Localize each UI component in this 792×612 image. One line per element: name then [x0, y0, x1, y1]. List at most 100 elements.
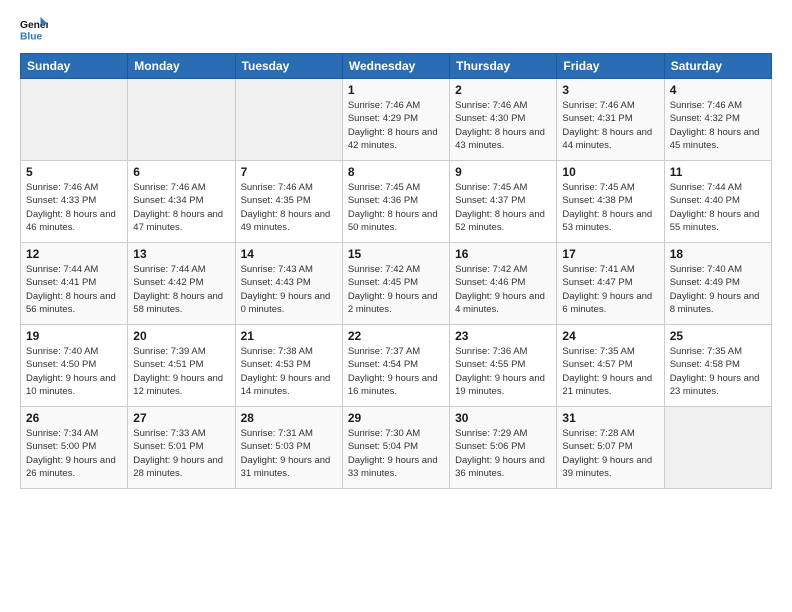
- day-info: Sunrise: 7:44 AM Sunset: 4:40 PM Dayligh…: [670, 181, 766, 234]
- calendar-cell: 25 Sunrise: 7:35 AM Sunset: 4:58 PM Dayli…: [664, 325, 771, 407]
- day-info: Sunrise: 7:41 AM Sunset: 4:47 PM Dayligh…: [562, 263, 658, 316]
- day-info: Sunrise: 7:42 AM Sunset: 4:45 PM Dayligh…: [348, 263, 444, 316]
- day-number: 3: [562, 83, 658, 97]
- day-info: Sunrise: 7:45 AM Sunset: 4:38 PM Dayligh…: [562, 181, 658, 234]
- calendar-cell: [235, 79, 342, 161]
- weekday-header-tuesday: Tuesday: [235, 54, 342, 79]
- calendar-cell: 27Sunrise: 7:33 AM Sunset: 5:01 PM Dayli…: [128, 407, 235, 489]
- day-number: 25: [670, 329, 766, 343]
- calendar-cell: 13 Sunrise: 7:44 AM Sunset: 4:42 PM Dayli…: [128, 243, 235, 325]
- day-number: 14: [241, 247, 337, 261]
- day-info: Sunrise: 7:46 AM Sunset: 4:32 PM Dayligh…: [670, 99, 766, 152]
- svg-text:Blue: Blue: [20, 31, 43, 42]
- calendar-cell: 24 Sunrise: 7:35 AM Sunset: 4:57 PM Dayli…: [557, 325, 664, 407]
- day-number: 4: [670, 83, 766, 97]
- day-info: Sunrise: 7:28 AM Sunset: 5:07 PM Dayligh…: [562, 427, 658, 480]
- day-info: Sunrise: 7:29 AM Sunset: 5:06 PM Dayligh…: [455, 427, 551, 480]
- day-info: Sunrise: 7:44 AM Sunset: 4:41 PM Dayligh…: [26, 263, 122, 316]
- calendar-cell: 1 Sunrise: 7:46 AM Sunset: 4:29 PM Daylig…: [342, 79, 449, 161]
- day-number: 19: [26, 329, 122, 343]
- calendar-cell: 23Sunrise: 7:36 AM Sunset: 4:55 PM Dayli…: [450, 325, 557, 407]
- day-info: Sunrise: 7:30 AM Sunset: 5:04 PM Dayligh…: [348, 427, 444, 480]
- calendar-cell: 30Sunrise: 7:29 AM Sunset: 5:06 PM Dayli…: [450, 407, 557, 489]
- day-number: 28: [241, 411, 337, 425]
- calendar-cell: 19 Sunrise: 7:40 AM Sunset: 4:50 PM Dayli…: [21, 325, 128, 407]
- page-header: General Blue: [20, 15, 772, 43]
- day-number: 29: [348, 411, 444, 425]
- calendar-cell: 6Sunrise: 7:46 AM Sunset: 4:34 PM Daylig…: [128, 161, 235, 243]
- day-info: Sunrise: 7:40 AM Sunset: 4:49 PM Dayligh…: [670, 263, 766, 316]
- weekday-header-friday: Friday: [557, 54, 664, 79]
- calendar-cell: 9 Sunrise: 7:45 AM Sunset: 4:37 PM Daylig…: [450, 161, 557, 243]
- day-info: Sunrise: 7:46 AM Sunset: 4:34 PM Dayligh…: [133, 181, 229, 234]
- day-info: Sunrise: 7:46 AM Sunset: 4:29 PM Dayligh…: [348, 99, 444, 152]
- day-number: 27: [133, 411, 229, 425]
- week-row-5: 26 Sunrise: 7:34 AM Sunset: 5:00 PM Dayli…: [21, 407, 772, 489]
- day-number: 20: [133, 329, 229, 343]
- weekday-header-monday: Monday: [128, 54, 235, 79]
- calendar-cell: [128, 79, 235, 161]
- calendar-cell: 16Sunrise: 7:42 AM Sunset: 4:46 PM Dayli…: [450, 243, 557, 325]
- day-info: Sunrise: 7:36 AM Sunset: 4:55 PM Dayligh…: [455, 345, 551, 398]
- week-row-4: 19 Sunrise: 7:40 AM Sunset: 4:50 PM Dayli…: [21, 325, 772, 407]
- day-number: 12: [26, 247, 122, 261]
- calendar-cell: 8 Sunrise: 7:45 AM Sunset: 4:36 PM Daylig…: [342, 161, 449, 243]
- day-info: Sunrise: 7:44 AM Sunset: 4:42 PM Dayligh…: [133, 263, 229, 316]
- calendar-cell: 18 Sunrise: 7:40 AM Sunset: 4:49 PM Dayli…: [664, 243, 771, 325]
- day-number: 10: [562, 165, 658, 179]
- calendar-cell: [664, 407, 771, 489]
- calendar-cell: 15 Sunrise: 7:42 AM Sunset: 4:45 PM Dayli…: [342, 243, 449, 325]
- logo-icon: General Blue: [20, 15, 48, 43]
- day-number: 16: [455, 247, 551, 261]
- day-number: 11: [670, 165, 766, 179]
- logo: General Blue: [20, 15, 48, 43]
- calendar-cell: 21 Sunrise: 7:38 AM Sunset: 4:53 PM Dayli…: [235, 325, 342, 407]
- calendar-cell: 4 Sunrise: 7:46 AM Sunset: 4:32 PM Daylig…: [664, 79, 771, 161]
- calendar-cell: 31 Sunrise: 7:28 AM Sunset: 5:07 PM Dayli…: [557, 407, 664, 489]
- calendar-cell: 11 Sunrise: 7:44 AM Sunset: 4:40 PM Dayli…: [664, 161, 771, 243]
- day-number: 18: [670, 247, 766, 261]
- week-row-2: 5Sunrise: 7:46 AM Sunset: 4:33 PM Daylig…: [21, 161, 772, 243]
- day-number: 15: [348, 247, 444, 261]
- calendar-cell: 20 Sunrise: 7:39 AM Sunset: 4:51 PM Dayli…: [128, 325, 235, 407]
- day-info: Sunrise: 7:45 AM Sunset: 4:37 PM Dayligh…: [455, 181, 551, 234]
- week-row-3: 12 Sunrise: 7:44 AM Sunset: 4:41 PM Dayli…: [21, 243, 772, 325]
- day-info: Sunrise: 7:46 AM Sunset: 4:30 PM Dayligh…: [455, 99, 551, 152]
- day-info: Sunrise: 7:46 AM Sunset: 4:31 PM Dayligh…: [562, 99, 658, 152]
- day-number: 22: [348, 329, 444, 343]
- day-info: Sunrise: 7:35 AM Sunset: 4:57 PM Dayligh…: [562, 345, 658, 398]
- calendar-cell: 29 Sunrise: 7:30 AM Sunset: 5:04 PM Dayli…: [342, 407, 449, 489]
- day-info: Sunrise: 7:37 AM Sunset: 4:54 PM Dayligh…: [348, 345, 444, 398]
- weekday-header-sunday: Sunday: [21, 54, 128, 79]
- calendar-cell: 14 Sunrise: 7:43 AM Sunset: 4:43 PM Dayli…: [235, 243, 342, 325]
- day-number: 13: [133, 247, 229, 261]
- day-number: 1: [348, 83, 444, 97]
- calendar-cell: 3 Sunrise: 7:46 AM Sunset: 4:31 PM Daylig…: [557, 79, 664, 161]
- day-number: 24: [562, 329, 658, 343]
- day-info: Sunrise: 7:34 AM Sunset: 5:00 PM Dayligh…: [26, 427, 122, 480]
- day-number: 7: [241, 165, 337, 179]
- calendar-cell: 12 Sunrise: 7:44 AM Sunset: 4:41 PM Dayli…: [21, 243, 128, 325]
- day-info: Sunrise: 7:46 AM Sunset: 4:33 PM Dayligh…: [26, 181, 122, 234]
- day-number: 17: [562, 247, 658, 261]
- calendar-cell: 17 Sunrise: 7:41 AM Sunset: 4:47 PM Dayli…: [557, 243, 664, 325]
- calendar-cell: 2 Sunrise: 7:46 AM Sunset: 4:30 PM Daylig…: [450, 79, 557, 161]
- calendar-cell: 5Sunrise: 7:46 AM Sunset: 4:33 PM Daylig…: [21, 161, 128, 243]
- day-info: Sunrise: 7:40 AM Sunset: 4:50 PM Dayligh…: [26, 345, 122, 398]
- day-info: Sunrise: 7:45 AM Sunset: 4:36 PM Dayligh…: [348, 181, 444, 234]
- day-info: Sunrise: 7:43 AM Sunset: 4:43 PM Dayligh…: [241, 263, 337, 316]
- day-number: 2: [455, 83, 551, 97]
- day-number: 31: [562, 411, 658, 425]
- day-number: 26: [26, 411, 122, 425]
- day-number: 8: [348, 165, 444, 179]
- weekday-header-thursday: Thursday: [450, 54, 557, 79]
- week-row-1: 1 Sunrise: 7:46 AM Sunset: 4:29 PM Daylig…: [21, 79, 772, 161]
- calendar-cell: 26 Sunrise: 7:34 AM Sunset: 5:00 PM Dayli…: [21, 407, 128, 489]
- day-number: 9: [455, 165, 551, 179]
- day-number: 21: [241, 329, 337, 343]
- day-info: Sunrise: 7:38 AM Sunset: 4:53 PM Dayligh…: [241, 345, 337, 398]
- day-info: Sunrise: 7:39 AM Sunset: 4:51 PM Dayligh…: [133, 345, 229, 398]
- weekday-header-row: SundayMondayTuesdayWednesdayThursdayFrid…: [21, 54, 772, 79]
- weekday-header-wednesday: Wednesday: [342, 54, 449, 79]
- day-info: Sunrise: 7:35 AM Sunset: 4:58 PM Dayligh…: [670, 345, 766, 398]
